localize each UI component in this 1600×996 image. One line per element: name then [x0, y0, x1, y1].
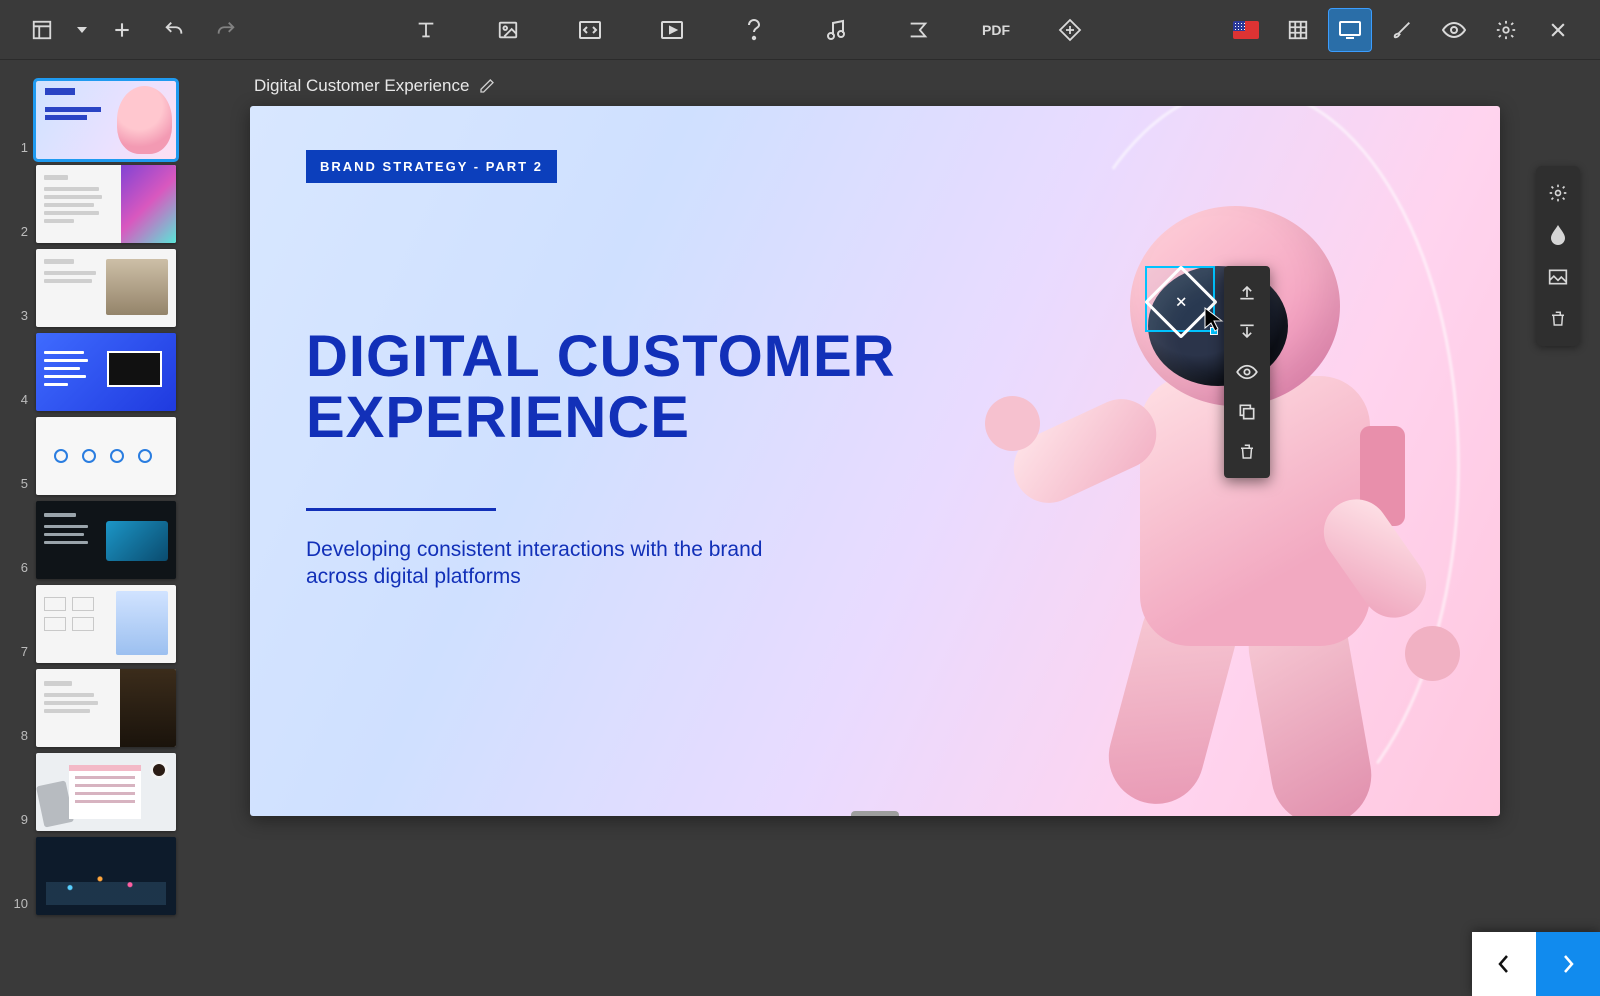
delete-element-button[interactable]: [1224, 432, 1270, 472]
preview-button[interactable]: [1432, 8, 1476, 52]
slide-divider[interactable]: [306, 508, 496, 511]
thumb-number: 2: [0, 224, 28, 243]
thumb-number: 9: [0, 812, 28, 831]
astronaut-illustration[interactable]: [880, 126, 1500, 816]
slide-thumb-3[interactable]: [36, 249, 176, 327]
thumb-number: 1: [0, 140, 28, 159]
prev-slide-button[interactable]: [1472, 932, 1536, 996]
delete-slide-button[interactable]: [1536, 298, 1580, 340]
color-button[interactable]: [1536, 214, 1580, 256]
thumb-number: 8: [0, 728, 28, 747]
slide-thumb-9[interactable]: [36, 753, 176, 831]
slide-thumb-2[interactable]: [36, 165, 176, 243]
slide-subtitle[interactable]: Developing consistent interactions with …: [306, 536, 826, 591]
next-slide-button[interactable]: [1536, 932, 1600, 996]
slide-tools-panel: [1536, 166, 1580, 346]
slide-thumb-7[interactable]: [36, 585, 176, 663]
thumb-number: 7: [0, 644, 28, 663]
redo-button[interactable]: [204, 8, 248, 52]
insert-code-button[interactable]: [568, 8, 612, 52]
speaker-notes-handle[interactable]: [851, 811, 899, 816]
slide-thumb-8[interactable]: [36, 669, 176, 747]
slide-settings-button[interactable]: [1536, 172, 1580, 214]
add-slide-button[interactable]: [100, 8, 144, 52]
insert-math-button[interactable]: [896, 8, 940, 52]
slide-thumb-1[interactable]: [36, 81, 176, 159]
grid-toggle-button[interactable]: [1276, 8, 1320, 52]
insert-text-button[interactable]: [404, 8, 448, 52]
thumb-number: 10: [0, 896, 28, 915]
close-button[interactable]: [1536, 8, 1580, 52]
insert-image-button[interactable]: [486, 8, 530, 52]
slide-title[interactable]: DIGITAL CUSTOMER EXPERIENCE: [306, 326, 926, 449]
slide-thumb-5[interactable]: [36, 417, 176, 495]
edit-title-button[interactable]: [479, 78, 495, 94]
settings-button[interactable]: [1484, 8, 1528, 52]
layout-button[interactable]: [20, 8, 64, 52]
undo-button[interactable]: [152, 8, 196, 52]
insert-video-button[interactable]: [650, 8, 694, 52]
duplicate-button[interactable]: [1224, 392, 1270, 432]
insert-help-button[interactable]: [732, 8, 776, 52]
language-button[interactable]: [1224, 8, 1268, 52]
background-image-button[interactable]: [1536, 256, 1580, 298]
element-toolbar: [1224, 266, 1270, 478]
canvas-area: Digital Customer Experience BRAND STRATE…: [210, 60, 1600, 996]
brush-button[interactable]: [1380, 8, 1424, 52]
slide-thumb-6[interactable]: [36, 501, 176, 579]
selected-shape[interactable]: +: [1145, 266, 1215, 332]
us-flag-icon: [1233, 21, 1259, 39]
top-toolbar: PDF: [0, 0, 1600, 60]
thumb-number: 4: [0, 392, 28, 411]
present-button[interactable]: [1328, 8, 1372, 52]
deck-title: Digital Customer Experience: [254, 76, 469, 96]
insert-shape-button[interactable]: [1048, 8, 1092, 52]
slide-thumb-10[interactable]: [36, 837, 176, 915]
slide-nav: [1472, 932, 1600, 996]
send-backward-button[interactable]: [1224, 312, 1270, 352]
thumb-number: 6: [0, 560, 28, 579]
layout-dropdown[interactable]: [72, 8, 92, 52]
insert-audio-button[interactable]: [814, 8, 858, 52]
thumb-number: 5: [0, 476, 28, 495]
thumb-number: 3: [0, 308, 28, 327]
bring-forward-button[interactable]: [1224, 272, 1270, 312]
thumbnail-panel[interactable]: 1 2 3: [0, 60, 210, 996]
slide-badge[interactable]: BRAND STRATEGY - PART 2: [306, 150, 557, 183]
export-pdf-button[interactable]: PDF: [974, 22, 1018, 38]
slide-canvas[interactable]: BRAND STRATEGY - PART 2 DIGITAL CUSTOMER…: [250, 106, 1500, 816]
visibility-button[interactable]: [1224, 352, 1270, 392]
slide-thumb-4[interactable]: [36, 333, 176, 411]
